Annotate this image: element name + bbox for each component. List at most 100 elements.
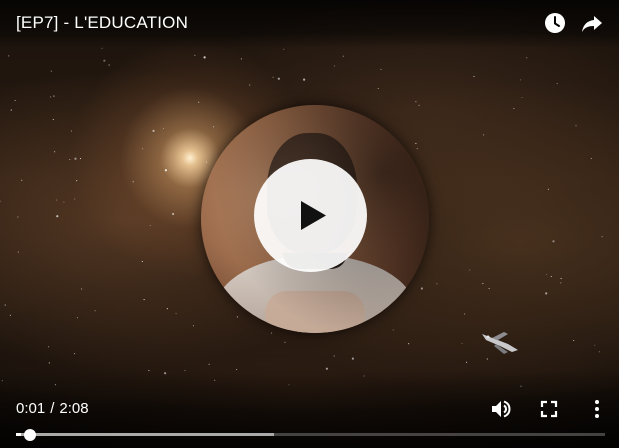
star — [573, 339, 575, 342]
play-icon — [301, 201, 326, 230]
fullscreen-icon — [540, 400, 558, 418]
star — [415, 101, 417, 103]
star — [377, 87, 379, 90]
share-button[interactable] — [580, 11, 604, 35]
star — [48, 362, 50, 364]
star — [162, 127, 165, 130]
star — [172, 212, 175, 216]
star — [194, 54, 196, 56]
star — [546, 273, 548, 275]
star — [545, 292, 548, 295]
star — [94, 310, 96, 312]
star — [466, 361, 468, 363]
star — [513, 108, 515, 110]
star — [192, 325, 194, 327]
star — [547, 188, 549, 190]
spaceship — [482, 332, 518, 354]
star — [461, 342, 463, 344]
watch-later-button[interactable] — [543, 11, 567, 35]
star — [590, 157, 592, 160]
star — [17, 216, 19, 218]
star — [9, 314, 11, 316]
star — [342, 55, 344, 57]
star — [142, 148, 144, 150]
progress-bar[interactable] — [16, 429, 605, 441]
star — [526, 57, 528, 59]
star — [552, 240, 555, 243]
star — [8, 55, 10, 57]
star — [283, 48, 285, 50]
time-display: 0:01/2:08 — [16, 400, 89, 418]
star — [521, 96, 523, 99]
star — [594, 344, 596, 346]
progress-buffered — [16, 433, 274, 436]
star — [272, 76, 274, 78]
star — [63, 201, 65, 203]
progress-scrubber-handle[interactable] — [24, 429, 36, 441]
star — [73, 353, 76, 355]
star — [520, 79, 522, 81]
star — [56, 199, 58, 201]
star — [351, 357, 354, 360]
star — [10, 109, 12, 111]
star — [198, 101, 200, 103]
volume-icon — [492, 400, 511, 418]
star — [143, 299, 145, 301]
star — [436, 283, 438, 285]
star — [408, 343, 410, 345]
star — [70, 130, 73, 132]
star — [303, 78, 306, 81]
star — [601, 236, 603, 238]
clock-icon — [545, 13, 565, 33]
video-player[interactable]: [EP7] - L'EDUCATION 0:01/2:08 — [0, 0, 619, 448]
star — [333, 65, 336, 67]
star — [21, 179, 23, 181]
star — [486, 358, 488, 360]
star — [284, 341, 286, 343]
star — [488, 288, 490, 290]
current-time: 0:01 — [16, 400, 46, 417]
star — [69, 159, 71, 161]
star — [473, 75, 475, 77]
star — [208, 363, 210, 365]
star — [152, 129, 155, 132]
star — [166, 308, 168, 310]
more-options-button[interactable] — [585, 397, 609, 421]
star — [81, 288, 83, 290]
more-vertical-icon — [595, 400, 599, 418]
volume-button[interactable] — [489, 397, 513, 421]
star — [50, 70, 52, 72]
video-title[interactable]: [EP7] - L'EDUCATION — [16, 12, 188, 34]
star — [141, 260, 143, 263]
star — [333, 355, 335, 357]
star — [4, 304, 6, 306]
star — [56, 215, 59, 218]
star — [132, 181, 134, 183]
star — [164, 169, 167, 172]
play-button[interactable] — [254, 159, 367, 272]
star — [0, 200, 1, 202]
star — [52, 119, 54, 121]
fullscreen-button[interactable] — [537, 397, 561, 421]
star — [249, 84, 251, 86]
star — [560, 277, 562, 280]
star — [598, 351, 600, 353]
star — [483, 134, 485, 136]
star — [108, 64, 110, 66]
star — [14, 99, 16, 102]
star — [54, 151, 56, 153]
star — [556, 83, 558, 85]
star — [53, 95, 55, 97]
star — [277, 77, 280, 80]
progress-played — [16, 433, 21, 436]
star — [469, 269, 471, 271]
star — [482, 283, 484, 285]
star — [550, 275, 552, 278]
time-separator: / — [50, 400, 55, 417]
star — [240, 58, 242, 60]
star — [48, 346, 50, 348]
star — [203, 56, 206, 59]
star — [464, 313, 466, 315]
star — [76, 317, 78, 319]
star — [79, 158, 82, 160]
